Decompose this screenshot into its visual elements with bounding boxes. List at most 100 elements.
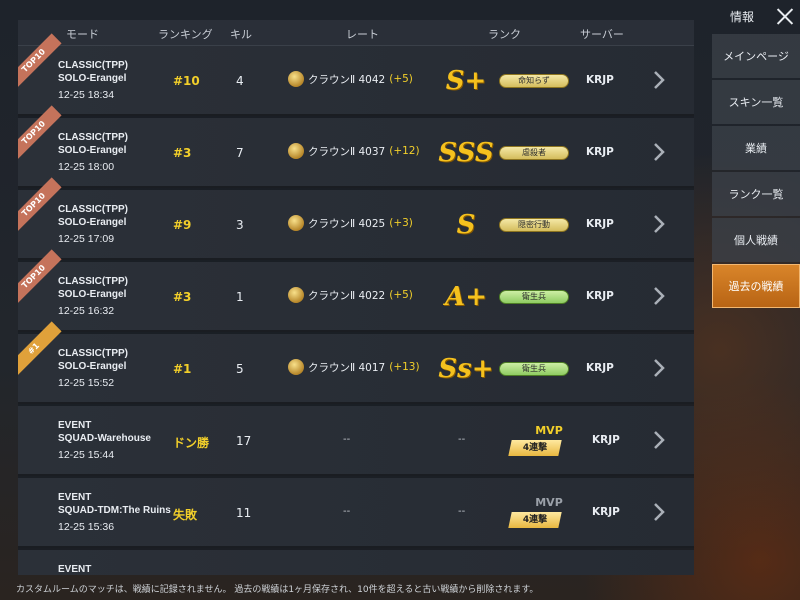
kills-value: 5 [236,362,244,376]
rate-delta: (+5) [389,289,413,301]
mode-type: CLASSIC(TPP) [58,132,128,143]
menu-item-1[interactable]: スキン一覧 [712,80,800,124]
server-value: KRJP [592,506,620,518]
match-time: 12-25 15:36 [58,521,115,533]
chevron-right-icon[interactable] [652,358,666,378]
title-badge: 隠密行動 [499,218,569,232]
ranking-value: #3 [173,146,192,160]
chevron-right-icon[interactable] [652,502,666,522]
close-icon[interactable] [776,7,794,25]
rate-cell: クラウンⅡ 4017 (+13) [288,359,420,375]
ranking-value: #1 [173,362,192,376]
server-value: KRJP [586,290,614,302]
kills-value: 4 [236,74,244,88]
header-kills: キル [230,28,252,41]
kills-value: 7 [236,146,244,160]
table-row[interactable]: TOP10 CLASSIC(TPP) SOLO-Erangel 12-25 18… [18,33,694,116]
streak-label: 4連撃 [522,443,548,453]
rank-grade: -- [458,506,466,517]
mode-cell: CLASSIC(TPP) SOLO-Erangel 12-25 15:52 [58,347,128,390]
chevron-right-icon[interactable] [652,142,666,162]
table-row[interactable]: EVENT SQUAD-Warehouse 12-25 15:44 ドン勝 17 -… [18,406,694,476]
mode-type: CLASSIC(TPP) [58,204,128,215]
chevron-right-icon[interactable] [652,214,666,234]
server-value: KRJP [586,362,614,374]
match-time: 12-25 16:32 [58,305,115,317]
rank-grade: Ss+ [438,354,494,384]
chevron-right-icon[interactable] [652,70,666,90]
title-badge: 衛生兵 [499,290,569,304]
rate-value: -- [343,506,351,517]
table-row[interactable]: #1 CLASSIC(TPP) SOLO-Erangel 12-25 15:52… [18,321,694,404]
ranking-value: #3 [173,290,192,304]
rate-delta: (+5) [389,73,413,85]
rank-grade: -- [458,434,466,445]
mode-cell: CLASSIC(TPP) SOLO-Erangel 12-25 18:34 [58,59,128,102]
match-time: 12-25 15:44 [58,449,115,461]
rate-value: クラウンⅡ 4025 [308,217,386,230]
table-row[interactable]: EVENT [18,550,694,575]
streak-badge: 4連撃 [508,512,562,528]
header-rank: ランク [488,28,521,41]
table-header: モード ランキング キル レート ランク サーバー [18,20,694,46]
match-history-table: モード ランキング キル レート ランク サーバー TOP10 CLASSIC(… [18,20,694,575]
menu-item-0[interactable]: メインページ [712,34,800,78]
header-rate: レート [346,28,379,41]
chevron-right-icon[interactable] [652,286,666,306]
match-time: 12-25 17:09 [58,233,115,245]
mode-type: EVENT [58,564,92,575]
rate-delta: (+12) [389,145,420,157]
mode-map: SOLO-Erangel [58,145,127,156]
rate-value: -- [343,434,351,445]
table-row[interactable]: TOP10 CLASSIC(TPP) SOLO-Erangel 12-25 17… [18,177,694,260]
ranking-value: #9 [173,218,192,232]
kills-value: 3 [236,218,244,232]
server-value: KRJP [586,146,614,158]
table-row[interactable]: TOP10 CLASSIC(TPP) SOLO-Erangel 12-25 18… [18,105,694,188]
menu-item-4[interactable]: 個人戦績 [712,218,800,262]
mode-cell: EVENT [58,563,91,575]
mode-map: SQUAD-Warehouse [58,433,151,444]
menu-item-5[interactable]: 過去の戦績 [712,264,800,308]
table-row[interactable]: TOP10 CLASSIC(TPP) SOLO-Erangel 12-25 16… [18,249,694,332]
kills-value: 11 [236,506,252,520]
mode-type: EVENT [58,420,92,431]
crown-icon [288,71,304,87]
streak-label: 4連撃 [522,515,548,525]
mode-type: CLASSIC(TPP) [58,60,128,71]
menu-item-3[interactable]: ランク一覧 [712,172,800,216]
side-menu: 情報 メインページ スキン一覧 業績 ランク一覧 個人戦績 過去の戦績 [712,0,800,600]
menu-title: 情報 [730,9,755,24]
menu-items: メインページ スキン一覧 業績 ランク一覧 個人戦績 過去の戦績 [712,34,800,308]
rate-value: クラウンⅡ 4017 [308,361,386,374]
server-value: KRJP [592,434,620,446]
table-row[interactable]: EVENT SQUAD-TDM:The Ruins 12-25 15:36 失敗… [18,478,694,548]
rate-cell: クラウンⅡ 4037 (+12) [288,143,420,159]
crown-icon [288,287,304,303]
mode-cell: CLASSIC(TPP) SOLO-Erangel 12-25 16:32 [58,275,128,318]
rate-cell: クラウンⅡ 4042 (+5) [288,71,413,87]
mode-cell: CLASSIC(TPP) SOLO-Erangel 12-25 17:09 [58,203,128,246]
rate-cell: クラウンⅡ 4025 (+3) [288,215,413,231]
mode-map: SQUAD-TDM:The Ruins [58,505,171,516]
rank-grade: S+ [445,66,487,96]
mvp-label: MVP [535,424,563,437]
kills-value: 1 [236,290,244,304]
title-badge: 衛生兵 [499,362,569,376]
mvp-label: MVP [535,496,563,509]
streak-badge: 4連撃 [508,440,562,456]
header-server: サーバー [580,28,624,41]
title-badge: 虐殺者 [499,146,569,160]
rate-value: クラウンⅡ 4042 [308,73,386,86]
menu-item-2[interactable]: 業績 [712,126,800,170]
mode-cell: CLASSIC(TPP) SOLO-Erangel 12-25 18:00 [58,131,128,174]
rank-grade: S [456,210,476,240]
chevron-right-icon[interactable] [652,430,666,450]
server-value: KRJP [586,74,614,86]
crown-icon [288,143,304,159]
rank-grade: SSS [438,138,494,168]
match-time: 12-25 18:34 [58,89,115,101]
ranking-value: #10 [173,74,200,88]
header-ranking: ランキング [158,28,213,41]
mode-type: CLASSIC(TPP) [58,276,128,287]
